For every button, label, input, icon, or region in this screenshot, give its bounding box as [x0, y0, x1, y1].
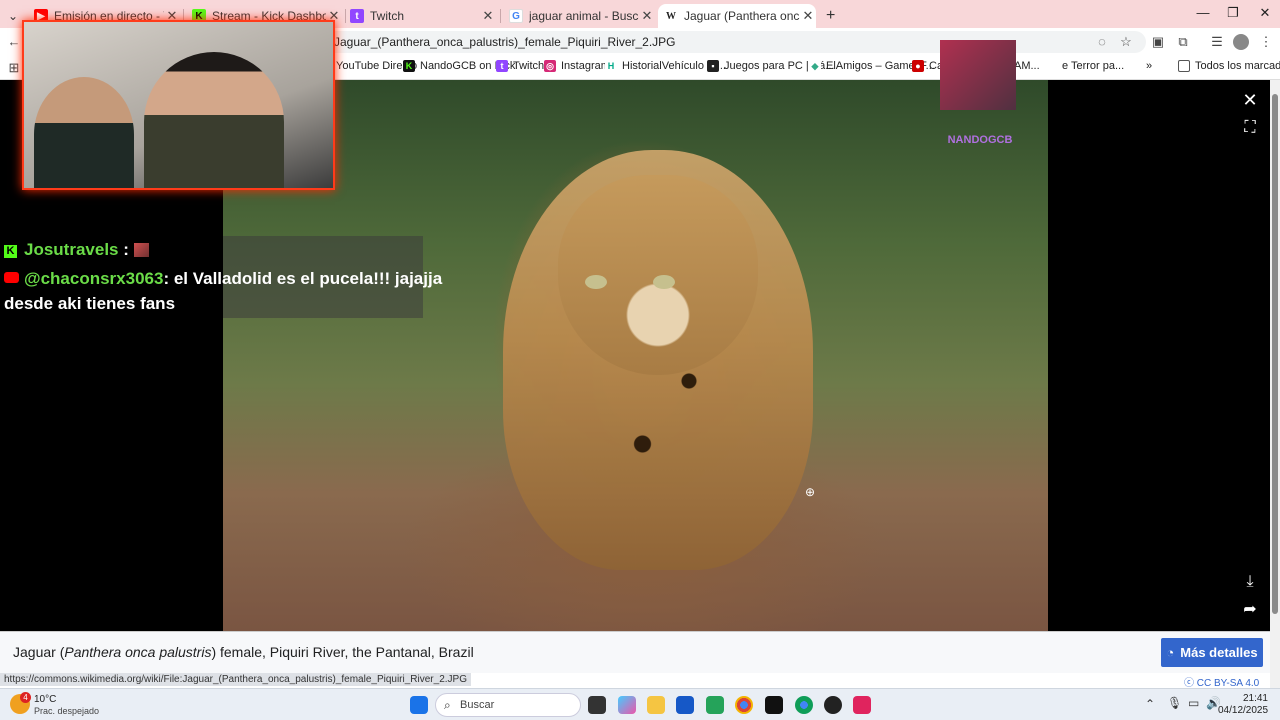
close-icon[interactable]: ✕: [800, 8, 816, 24]
minimize-button[interactable]: —: [1188, 5, 1218, 20]
obs-icon[interactable]: [824, 696, 842, 714]
screen-capture-icon[interactable]: ▣: [1150, 34, 1166, 50]
chevron-up-icon[interactable]: ⌃: [1145, 697, 1155, 711]
window-close-button[interactable]: ✕: [1250, 5, 1280, 21]
tiktok-live-icon[interactable]: [853, 696, 871, 714]
tiktok-icon[interactable]: [765, 696, 783, 714]
page-scrollbar[interactable]: [1270, 80, 1280, 688]
apps-grid-icon[interactable]: ⊞: [6, 60, 22, 76]
clock-time[interactable]: 21:41: [1228, 693, 1268, 704]
kick-icon: K: [403, 60, 415, 72]
jaguar-eye: [653, 275, 675, 289]
microphone-icon[interactable]: 🎙: [1167, 696, 1182, 710]
chrome-icon[interactable]: [735, 696, 753, 714]
extensions-icon[interactable]: ⧉: [1175, 34, 1191, 50]
status-url: https://commons.wikimedia.org/wiki/File:…: [0, 673, 471, 686]
weather-temp: 10°C: [34, 694, 57, 705]
streamer: [144, 52, 284, 188]
windows-start-icon[interactable]: [410, 696, 428, 714]
kick-icon: K: [4, 245, 17, 258]
weather-badge: 4: [20, 692, 31, 703]
url-text: Jaguar_(Panthera_onca_palustris)_female_…: [334, 35, 676, 49]
back-icon[interactable]: ←: [6, 34, 22, 50]
bookmark-instagram[interactable]: ◎ Instagram: [544, 60, 610, 72]
webcam-overlay: [22, 20, 335, 190]
eye-slash-icon[interactable]: ◌: [1094, 34, 1110, 50]
scrollbar-thumb[interactable]: [1272, 94, 1278, 614]
license-link[interactable]: ⓒ CC BY-SA 4.0: [1184, 674, 1259, 689]
network-icon[interactable]: ▭: [1188, 696, 1199, 710]
info-icon: ◔: [1166, 645, 1175, 660]
caption-bar: Jaguar (Panthera onca palustris) female,…: [0, 631, 1270, 673]
jaguar-photo[interactable]: [223, 80, 1048, 631]
all-bookmarks[interactable]: Todos los marcadores: [1178, 60, 1280, 72]
clock-date[interactable]: 04/12/2025: [1218, 705, 1268, 716]
tab-twitch[interactable]: t Twitch ✕: [344, 4, 496, 28]
tab-search-button[interactable]: ⌄: [4, 4, 24, 28]
zoom-cursor-icon: ⊕: [804, 485, 816, 499]
search-icon: ⌕: [444, 698, 451, 712]
instagram-icon: ◎: [544, 60, 556, 72]
xbox-icon[interactable]: [706, 696, 724, 714]
twitch-icon: t: [496, 60, 508, 72]
bookmark-icon: ▪: [707, 60, 719, 72]
chat-message-continued: desde aki tienes fans: [4, 294, 176, 313]
bookmark-icon: ●: [912, 60, 924, 72]
weather-desc: Prac. despejado: [34, 706, 100, 716]
wikipedia-icon: W: [664, 9, 678, 23]
menu-icon[interactable]: ⋮: [1258, 34, 1274, 50]
file-explorer-icon[interactable]: [647, 696, 665, 714]
fullscreen-icon[interactable]: ⛶: [1240, 118, 1260, 138]
download-icon[interactable]: ⤓: [1240, 572, 1260, 592]
share-icon[interactable]: ➦: [1240, 600, 1260, 620]
chat-message: @chaconsrx3063: el Valladolid es el puce…: [4, 269, 442, 289]
bookmark-terror[interactable]: e Terror pa...: [1062, 60, 1124, 72]
bookmark-icon: ◆: [809, 60, 821, 72]
media-icon[interactable]: ☰: [1209, 34, 1225, 50]
new-tab-button[interactable]: +: [820, 4, 840, 28]
close-icon[interactable]: ✕: [480, 8, 496, 24]
tab-google[interactable]: G jaguar animal - Buscar con Goo ✕: [503, 4, 655, 28]
chat-message: K Josutravels :: [4, 240, 149, 260]
folder-icon: [1178, 60, 1190, 72]
store-icon[interactable]: [676, 696, 694, 714]
address-bar[interactable]: Jaguar_(Panthera_onca_palustris)_female_…: [322, 31, 1146, 53]
maximize-button[interactable]: ❐: [1218, 5, 1248, 21]
streamer-guest: [34, 77, 134, 188]
tab-wikipedia-active[interactable]: W Jaguar (Panthera onca palustris ✕: [658, 4, 816, 28]
taskbar-search[interactable]: ⌕ Buscar: [435, 693, 581, 717]
bookmark-icon: H: [605, 60, 617, 72]
star-icon[interactable]: ☆: [1118, 34, 1134, 50]
emote-icon: [133, 243, 149, 257]
chevron-right-icon: »: [1146, 60, 1153, 72]
google-icon: G: [509, 9, 523, 23]
bookmarks-overflow[interactable]: »: [1146, 60, 1152, 72]
bookmark-twitch[interactable]: t Twitch: [496, 60, 544, 72]
image-caption: Jaguar (Panthera onca palustris) female,…: [13, 644, 474, 660]
profile-avatar[interactable]: [1233, 34, 1249, 50]
close-icon[interactable]: ✕: [639, 8, 655, 24]
taskbar: 4 10°C Prac. despejado ⌕ Buscar ⌃ 🎙 ▭ 🔊 …: [0, 688, 1280, 720]
chrome-active-icon[interactable]: [795, 696, 813, 714]
close-viewer-icon[interactable]: ✕: [1240, 90, 1260, 110]
status-bar: https://commons.wikimedia.org/wiki/File:…: [0, 673, 1270, 689]
jaguar-eye: [585, 275, 607, 289]
task-view-icon[interactable]: [588, 696, 606, 714]
chevron-down-icon: ⌄: [8, 9, 19, 23]
copilot-icon[interactable]: [618, 696, 636, 714]
channel-logo: NANDOGCB: [940, 40, 1020, 150]
plus-icon: +: [826, 7, 836, 24]
more-details-button[interactable]: ◔ Más detalles: [1161, 638, 1263, 667]
youtube-icon: [4, 272, 19, 283]
twitch-icon: t: [350, 9, 364, 23]
